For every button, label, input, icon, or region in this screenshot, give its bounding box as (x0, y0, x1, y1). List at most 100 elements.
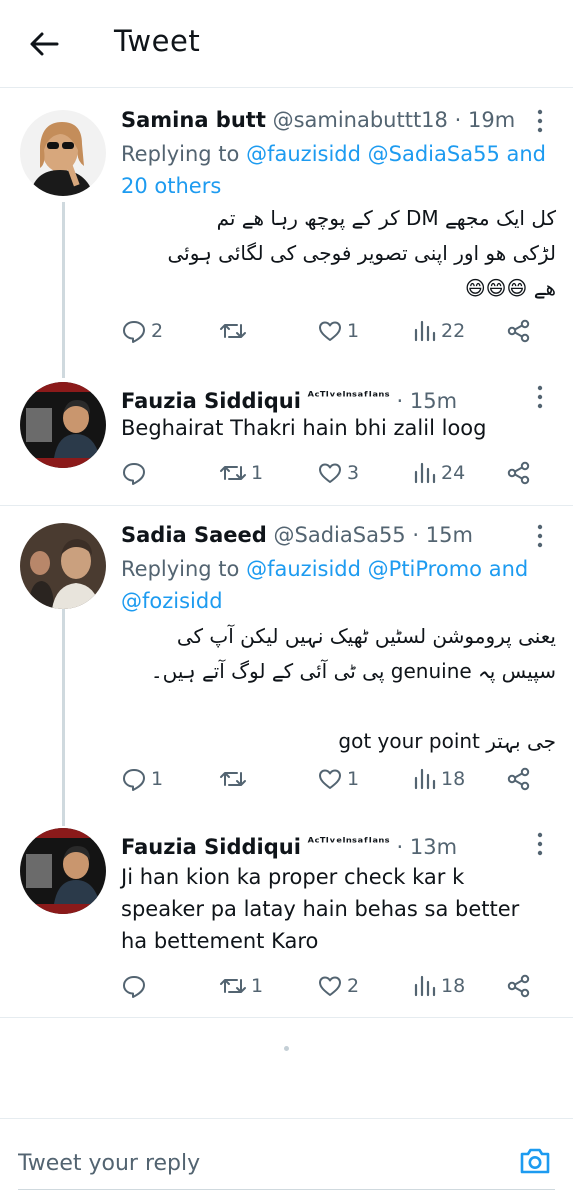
timestamp[interactable]: 19m (468, 108, 515, 132)
tweet-header: Fauzia Siddiqui ᴬᶜᵀᴵᵛᵉᴵⁿˢᵃᶠᴵᵃⁿˢ · 15m (121, 384, 457, 415)
input-underline (18, 1189, 555, 1190)
share-button[interactable] (506, 764, 532, 794)
reply-input[interactable] (18, 1143, 498, 1183)
share-icon (507, 319, 530, 343)
user-handle[interactable]: @saminabuttt18 (273, 108, 448, 132)
heart-icon (319, 769, 341, 789)
like-button[interactable]: 1 (317, 764, 359, 794)
tweet-actions: 1 2 18 (121, 971, 551, 1001)
tweet-header: Fauzia Siddiqui ᴬᶜᵀᴵᵛᵉᴵⁿˢᵃᶠᴵᵃⁿˢ · 13m (121, 830, 457, 861)
tweet-actions: 1 3 24 (121, 458, 551, 488)
reply-button[interactable]: 1 (121, 764, 163, 794)
mention-link[interactable]: @fauzisidd (246, 142, 361, 166)
like-button[interactable]: 2 (317, 971, 359, 1001)
more-options-button[interactable] (532, 384, 548, 410)
views-icon (414, 462, 436, 484)
more-vertical-icon (537, 385, 543, 409)
reply-button[interactable]: 2 (121, 316, 163, 346)
tweet-fauzia-siddiqui[interactable]: Fauzia Siddiqui ᴬᶜᵀᴵᵛᵉᴵⁿˢᵃᶠᴵᵃⁿˢ · 15m Be… (0, 376, 573, 506)
back-button[interactable] (26, 26, 62, 62)
tweet-text-line: یعنی پروموشن لسٹیں ٹھیک نہیں لیکن آپ کی (176, 624, 556, 648)
retweet-count: 1 (251, 975, 264, 997)
avatar[interactable] (20, 523, 106, 609)
more-options-button[interactable] (532, 108, 548, 134)
tweet-text: Beghairat Thakri hain bhi zalil loog (121, 416, 487, 440)
tweet-text-line (116, 689, 556, 724)
separator-dot: · (412, 523, 420, 547)
page-title: Tweet (114, 24, 201, 58)
more-options-button[interactable] (532, 523, 548, 549)
views-button[interactable]: 18 (413, 971, 465, 1001)
more-vertical-icon (537, 832, 543, 856)
timestamp[interactable]: 15m (426, 523, 473, 547)
like-count: 3 (347, 462, 360, 484)
share-icon (507, 461, 530, 485)
user-handle[interactable]: @SadiaSa55 (274, 523, 406, 547)
avatar[interactable] (20, 828, 106, 914)
timestamp[interactable]: 15m (410, 389, 457, 413)
retweet-icon (220, 979, 246, 993)
retweet-button[interactable]: 1 (219, 458, 263, 488)
display-name[interactable]: Fauzia Siddiqui (121, 835, 301, 859)
tweet-text-line: سپیس پہ genuine پی ٹی آئی کے لوگ آتے ہیں… (150, 659, 556, 683)
tweet-samina-butt[interactable]: Samina butt @saminabuttt18 · 19m Replyin… (0, 88, 573, 376)
name-badge: ᴬᶜᵀᴵᵛᵉᴵⁿˢᵃᶠᴵᵃⁿˢ (307, 390, 390, 405)
retweet-button[interactable] (219, 316, 251, 346)
reply-count: 1 (151, 768, 164, 790)
like-count: 1 (347, 320, 360, 342)
avatar[interactable] (20, 382, 106, 468)
views-icon (414, 768, 436, 790)
like-button[interactable]: 3 (317, 458, 359, 488)
share-button[interactable] (506, 316, 532, 346)
tweet-text-line: جی بہتر got your point (338, 729, 556, 753)
reply-icon (123, 976, 145, 998)
replying-label: Replying to (121, 557, 240, 581)
reply-icon (123, 463, 145, 485)
tweet-fauzia-siddiqui[interactable]: Fauzia Siddiqui ᴬᶜᵀᴵᵛᵉᴵⁿˢᵃᶠᴵᵃⁿˢ · 13m Ji… (0, 825, 573, 1018)
retweet-icon (220, 772, 246, 786)
share-button[interactable] (506, 458, 532, 488)
like-button[interactable]: 1 (317, 316, 359, 346)
mention-link[interactable]: @PtiPromo (368, 557, 482, 581)
views-button[interactable]: 24 (413, 458, 465, 488)
mention-link[interactable]: @fozisidd (121, 589, 223, 613)
camera-button[interactable] (518, 1144, 552, 1178)
display-name[interactable]: Sadia Saeed (121, 523, 267, 547)
retweet-count: 1 (251, 462, 264, 484)
views-button[interactable]: 18 (413, 764, 465, 794)
tweet-sadia-saeed[interactable]: Sadia Saeed @SadiaSa55 · 15m Replying to… (0, 507, 573, 825)
more-options-button[interactable] (532, 831, 548, 857)
like-count: 2 (347, 975, 360, 997)
share-button[interactable] (506, 971, 532, 1001)
avatar[interactable] (20, 110, 106, 196)
camera-icon (520, 1148, 550, 1174)
separator-dot: · (396, 389, 404, 413)
tweet-text: یعنی پروموشن لسٹیں ٹھیک نہیں لیکن آپ کی … (116, 619, 556, 759)
mention-link[interactable]: @SadiaSa55 (368, 142, 500, 166)
name-badge: ᴬᶜᵀᴵᵛᵉᴵⁿˢᵃᶠᴵᵃⁿˢ (307, 836, 390, 851)
heart-icon (319, 321, 341, 341)
tweet-text-line: کل ایک مجھے DM کر کے پوچھ رہا ھے تم (216, 206, 556, 230)
display-name[interactable]: Fauzia Siddiqui (121, 389, 301, 413)
tweet-header: Sadia Saeed @SadiaSa55 · 15m (121, 521, 473, 549)
tweet-header: Samina butt @saminabuttt18 · 19m (121, 106, 515, 134)
tweet-text: کل ایک مجھے DM کر کے پوچھ رہا ھے تم لڑکی… (116, 201, 556, 306)
views-button[interactable]: 22 (413, 316, 465, 346)
mention-link[interactable]: @fauzisidd (246, 557, 361, 581)
retweet-icon (220, 466, 246, 480)
tweet-text-line: ھے 😄😄😄 (464, 276, 556, 300)
retweet-button[interactable] (219, 764, 251, 794)
heart-icon (319, 976, 341, 996)
loading-indicator (284, 1046, 289, 1051)
tweet-text-line: لڑکی ھو اور اپنی تصویر فوجی کی لگائی ہوئ… (167, 241, 556, 265)
reply-button[interactable] (121, 971, 151, 1001)
display-name[interactable]: Samina butt (121, 108, 266, 132)
reply-count: 2 (151, 320, 164, 342)
reply-button[interactable] (121, 458, 151, 488)
share-icon (507, 767, 530, 791)
more-vertical-icon (537, 109, 543, 133)
timestamp[interactable]: 13m (410, 835, 457, 859)
retweet-button[interactable]: 1 (219, 971, 263, 1001)
and-label[interactable]: and (489, 557, 529, 581)
views-icon (414, 975, 436, 997)
